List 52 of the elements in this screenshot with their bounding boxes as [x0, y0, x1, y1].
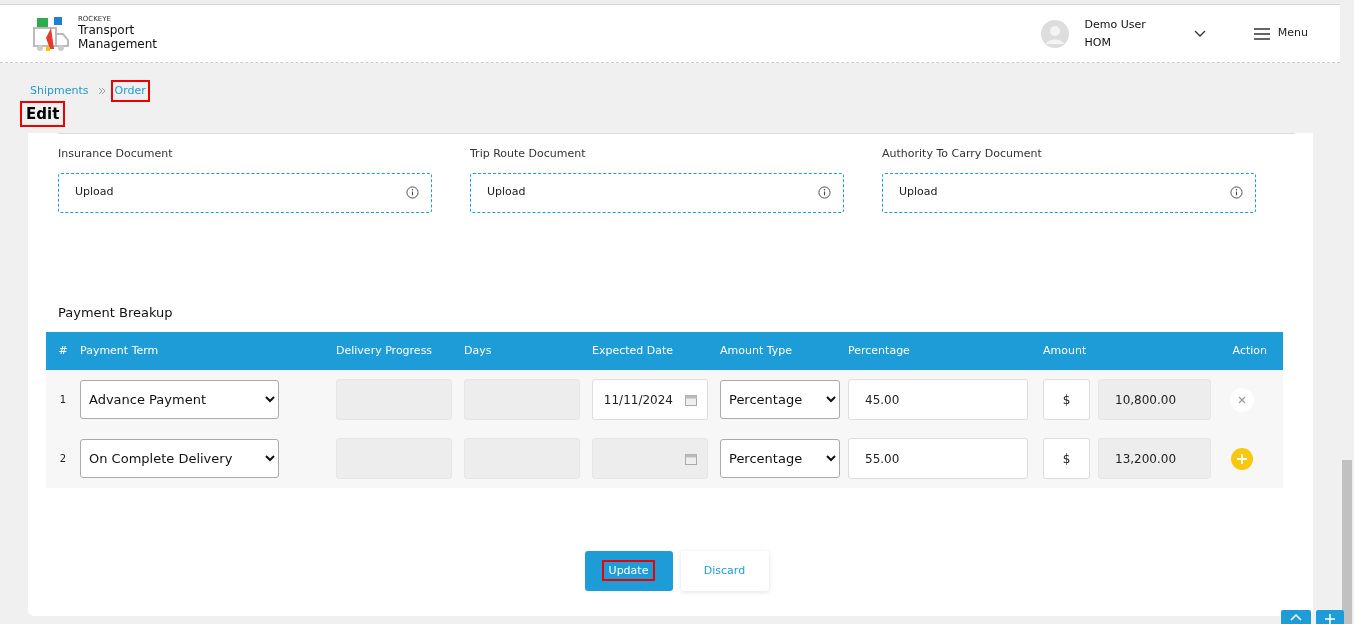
column-header: Payment Term: [80, 342, 160, 359]
calendar-icon: [685, 393, 697, 406]
chevron-down-icon[interactable]: [1193, 29, 1206, 38]
plus-icon: [1236, 453, 1247, 464]
add-button[interactable]: [1230, 447, 1253, 470]
chevron-up-icon: [1290, 614, 1302, 621]
column-header: Days: [464, 342, 493, 359]
plus-icon: [1325, 614, 1335, 624]
avatar-icon: [1040, 19, 1069, 48]
user-role: HOM: [1084, 34, 1112, 51]
currency-field: $: [1043, 438, 1090, 479]
field-label: Insurance Document: [58, 146, 174, 162]
column-header: Amount Type: [720, 342, 793, 359]
close-icon: [1237, 395, 1246, 404]
info-icon: [406, 186, 419, 199]
column-header: Percentage: [848, 342, 911, 359]
row-number: 2: [58, 452, 68, 466]
column-header: Expected Date: [592, 342, 675, 359]
user-name: Demo User: [1084, 16, 1146, 33]
amount-field: 13,200.00: [1098, 438, 1211, 479]
column-header: Action: [1232, 342, 1267, 359]
column-header: Delivery Progress: [336, 342, 434, 359]
amount-type-select[interactable]: Percentage: [720, 439, 840, 478]
field-label: Trip Route Document: [470, 146, 587, 162]
upload-button[interactable]: Upload: [58, 172, 432, 213]
page-title: Edit: [22, 103, 64, 125]
menu-label[interactable]: Menu: [1277, 25, 1308, 42]
section-title: Payment Breakup: [58, 303, 174, 322]
percentage-field[interactable]: 55.00: [848, 438, 1028, 479]
payment-term-select[interactable]: On Complete Delivery: [80, 439, 279, 478]
column-header: Amount: [1043, 342, 1088, 359]
amount-field: 10,800.00: [1098, 379, 1211, 420]
currency-field: $: [1043, 379, 1090, 420]
column-header: #: [57, 342, 69, 359]
brand-name: Management: [78, 37, 158, 52]
field-label: Authority To Carry Document: [882, 146, 1043, 162]
double-chevron-icon: [97, 87, 106, 95]
brand-name: Transport: [78, 22, 136, 37]
remove-button[interactable]: [1229, 387, 1254, 412]
menu-icon[interactable]: [1253, 27, 1270, 40]
upload-button[interactable]: Upload: [882, 172, 1256, 213]
logo-icon: [32, 15, 70, 52]
info-icon: [818, 186, 831, 199]
scrollbar-thumb[interactable]: [1342, 460, 1352, 624]
calendar-icon: [685, 452, 697, 465]
upload-button[interactable]: Upload: [470, 172, 844, 213]
payment-term-select[interactable]: Advance Payment: [80, 380, 279, 419]
info-icon: [1230, 186, 1243, 199]
amount-type-select[interactable]: Percentage: [720, 380, 840, 419]
percentage-field[interactable]: 45.00: [848, 379, 1028, 420]
row-number: 1: [58, 393, 68, 407]
date-field[interactable]: 11/11/2024: [592, 379, 708, 420]
